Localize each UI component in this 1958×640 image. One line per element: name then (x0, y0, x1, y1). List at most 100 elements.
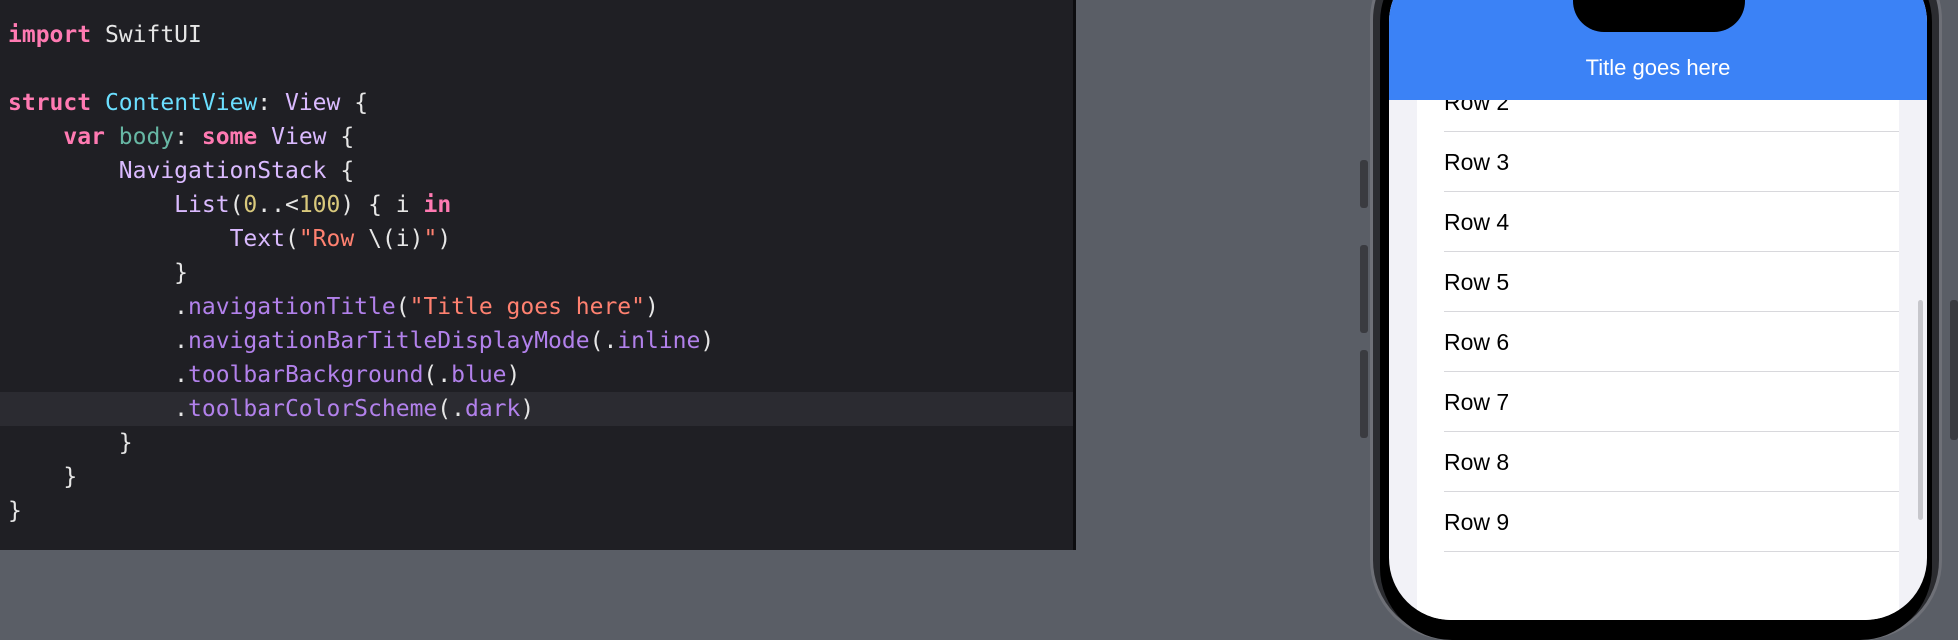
list-row[interactable]: Row 3 (1417, 132, 1899, 192)
code-token: } (8, 464, 78, 490)
code-token: ) { i (340, 192, 424, 218)
code-token: dark (464, 396, 521, 422)
code-token: "Row (298, 226, 369, 252)
code-token: navigationTitle (188, 294, 396, 320)
code-line[interactable]: .toolbarBackground(.blue) (0, 358, 1073, 392)
code-token: ) (506, 362, 521, 388)
list-row[interactable]: Row 4 (1417, 192, 1899, 252)
code-token: NavigationStack (118, 158, 327, 184)
code-token: struct (8, 90, 92, 116)
row-separator (1444, 551, 1899, 552)
navigation-title: Title goes here (1585, 55, 1731, 80)
code-token: : (174, 124, 202, 150)
list-row[interactable]: Row 7 (1417, 372, 1899, 432)
power-button (1950, 300, 1958, 440)
volume-up-button (1360, 245, 1368, 333)
code-line[interactable]: .toolbarColorScheme(.dark) (0, 392, 1073, 426)
code-line[interactable]: import SwiftUI (0, 18, 1073, 52)
code-token: ) (520, 396, 535, 422)
list[interactable]: Row 2 Row 3 Row 4 Row 5 Row 6 Row 7 Row 8 Row 9 (1417, 89, 1899, 620)
code-token: Text (229, 226, 285, 252)
code-token: List (174, 192, 230, 218)
code-token: ..< (257, 192, 299, 218)
code-token: \(i) (368, 226, 424, 252)
code-token: ( (229, 192, 244, 218)
code-token: "Title goes here" (409, 294, 645, 320)
dynamic-island (1573, 0, 1745, 32)
volume-down-button (1360, 350, 1368, 438)
code-token: View (271, 124, 327, 150)
code-token: { (340, 90, 369, 116)
code-token: inline (617, 328, 701, 354)
list-row[interactable]: Row 8 (1417, 432, 1899, 492)
code-token: { (326, 158, 355, 184)
code-token: ( (284, 226, 299, 252)
list-row[interactable]: Row 5 (1417, 252, 1899, 312)
code-token: } (8, 260, 189, 286)
code-line[interactable]: .navigationBarTitleDisplayMode(.inline) (0, 324, 1073, 358)
row-label: Row 7 (1444, 389, 1510, 415)
code-line[interactable]: .navigationTitle("Title goes here") (0, 290, 1073, 324)
code-line[interactable]: } (0, 460, 1073, 494)
code-line[interactable]: var body: some View { (0, 120, 1073, 154)
code-token: ) (700, 328, 715, 354)
row-label: Row 8 (1444, 449, 1510, 475)
code-line[interactable] (0, 52, 1073, 86)
code-token: toolbarBackground (188, 362, 424, 388)
code-token: ContentView (104, 90, 258, 116)
code-token: some (201, 124, 258, 150)
code-token: " (423, 226, 438, 252)
code-token: navigationBarTitleDisplayMode (188, 328, 590, 354)
code-line[interactable]: Text("Row \(i)") (0, 222, 1073, 256)
code-token: ) (437, 226, 452, 252)
navigation-bar: Title goes here (1389, 0, 1927, 100)
code-token: } (8, 498, 22, 524)
code-token: } (8, 430, 133, 456)
code-token: (. (437, 396, 465, 422)
row-label: Row 5 (1444, 269, 1510, 295)
code-editor[interactable]: import SwiftUI struct ContentView: View {… (0, 0, 1073, 550)
code-token: (. (423, 362, 452, 388)
row-label: Row 3 (1444, 149, 1510, 175)
code-line[interactable]: } (0, 256, 1073, 290)
code-token: { (326, 124, 355, 150)
code-line[interactable]: List(0..<100) { i in (0, 188, 1073, 222)
code-token: in (423, 192, 452, 218)
code-token: var (63, 124, 105, 150)
code-token: View (284, 90, 341, 116)
code-token: ( (395, 294, 410, 320)
list-row[interactable]: Row 6 (1417, 312, 1899, 372)
list-row[interactable]: Row 9 (1417, 492, 1899, 552)
code-token: . (8, 328, 189, 354)
code-token: . (8, 362, 189, 388)
code-token: 100 (298, 192, 341, 218)
code-token: blue (451, 362, 507, 388)
code-token: body (118, 124, 175, 150)
code-line[interactable]: } (0, 494, 1073, 528)
code-token: ) (645, 294, 659, 320)
code-token: (. (589, 328, 618, 354)
code-token: import (8, 22, 92, 48)
code-token: 0 (243, 192, 258, 218)
code-token: toolbarColorScheme (188, 396, 438, 422)
row-label: Row 4 (1444, 209, 1510, 235)
row-label: Row 9 (1444, 509, 1510, 535)
row-label: Row 6 (1444, 329, 1510, 355)
action-button (1360, 160, 1368, 208)
code-token: . (8, 294, 189, 320)
code-line[interactable]: struct ContentView: View { (0, 86, 1073, 120)
scroll-indicator[interactable] (1918, 300, 1923, 520)
code-line[interactable]: } (0, 426, 1073, 460)
code-token: : (257, 90, 285, 116)
code-line[interactable]: NavigationStack { (0, 154, 1073, 188)
device-screen: Row 2 Row 3 Row 4 Row 5 Row 6 Row 7 Row 8 Row 9… (1389, 0, 1927, 620)
code-token: . (8, 396, 189, 422)
code-token: SwiftUI (91, 22, 202, 48)
